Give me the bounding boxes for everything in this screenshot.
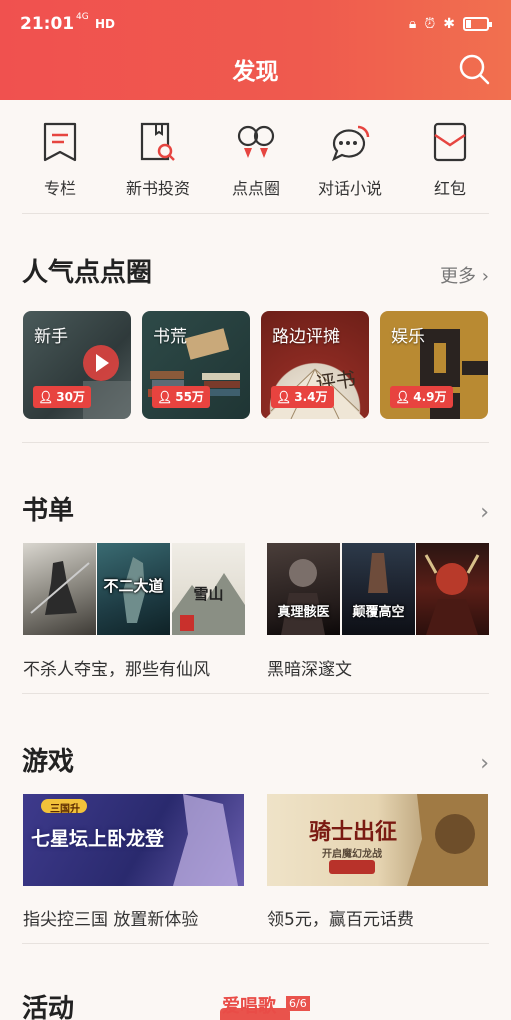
divider [22,693,489,694]
dark-figure-illustration [281,559,325,635]
quick-item-label: 点点圈 [231,179,280,198]
status-bar: 21:01 4G HD 🔒︎ ⏰︎ ✱ [0,0,511,50]
member-count: 55万 [175,390,204,404]
page-title: 发现 [232,59,279,85]
person-icon: 👤︎ [276,390,292,404]
book-cover[interactable]: 真理骸医 [267,543,340,635]
book-cover[interactable] [23,543,96,635]
network-type: 4G [76,12,89,22]
divider [22,442,489,443]
book-search-icon [140,122,175,161]
member-count-badge: 👤︎ 30万 [33,386,91,408]
circle-dots-icon [237,125,275,158]
booklist-caption[interactable]: 不杀人夺宝，那些有仙风 [23,655,210,680]
section-title-popular: 人气点点圈 [22,258,153,288]
book-cover[interactable]: 雪山 [172,543,245,635]
game-banner[interactable]: 三国升 七星坛上卧龙登 [23,794,244,886]
book-title: 真理骸医 [277,605,330,620]
bookmark-icon [43,122,77,162]
divider [22,943,489,944]
search-icon[interactable] [457,52,491,86]
more-label: 更多 [440,266,477,287]
chevron-right-icon: › [481,266,489,287]
hd-indicator: HD [95,17,116,31]
person-icon: 👤︎ [38,390,54,404]
banner-title: 骑士出征 [309,820,398,845]
member-count-badge: 👤︎ 4.9万 [390,386,453,408]
banner-subtitle: 开启魔幻龙战 [322,849,382,860]
status-time: 21:01 [20,14,75,34]
quick-item-chat-novel[interactable]: 对话小说 [305,115,395,199]
banner-title: 七星坛上卧龙登 [31,828,165,850]
circle-card-label: 书荒 [153,327,187,347]
circle-card-entertainment[interactable]: 娱乐 👤︎ 4.9万 [380,311,488,419]
watermark-text: 爱唱歌 [222,996,276,1017]
quick-item-label: 新书投资 [125,179,190,198]
member-count: 30万 [56,390,85,404]
person-icon: 👤︎ [157,390,173,404]
quick-item-label: 红包 [433,179,466,198]
book-title: 雪山 [193,585,224,603]
page-indicator: 6/6 [286,996,310,1011]
bluetooth-icon: ✱ [443,16,455,32]
battery-icon [463,17,492,31]
warrior-illustration [30,561,90,615]
status-icons: 🔒︎ ⏰︎ ✱ [408,15,492,33]
demon-illustration [424,554,480,635]
book-title: 不二大道 [103,577,164,595]
game-caption[interactable]: 领5元，赢百元话费 [267,905,414,930]
lock-icon: 🔒︎ [408,16,417,32]
banner-subtitle: 三国升 [50,804,80,815]
divider [22,213,489,214]
circle-card-newbie[interactable]: 新手 👤︎ 30万 [23,311,131,419]
spire-illustration [368,553,388,593]
circle-card-label: 路边评摊 [272,327,340,347]
section-title-games: 游戏 [22,747,75,777]
quick-item-label: 专栏 [43,179,76,198]
game-banner[interactable]: 骑士出征 开启魔幻龙战 [267,794,488,886]
quick-item-new-book-invest[interactable]: 新书投资 [113,115,203,199]
member-count-badge: 👤︎ 3.4万 [271,386,334,408]
section-title-activity: 活动 [22,994,75,1020]
quick-entry-row: 专栏 新书投资 点点圈 对话小说 红包 [0,115,511,205]
quick-item-column[interactable]: 专栏 [15,115,105,199]
section-title-booklists: 书单 [22,496,75,526]
game-caption[interactable]: 指尖控三国 放置新体验 [23,905,198,930]
booklist-caption[interactable]: 黑暗深邃文 [267,655,352,680]
quick-item-red-envelope[interactable]: 红包 [405,115,495,199]
quick-item-circle[interactable]: 点点圈 [211,115,301,199]
person-icon: 👤︎ [395,390,411,404]
chat-icon [331,125,370,162]
chevron-right-icon[interactable]: › [480,751,489,776]
book-title: 颠覆高空 [352,605,405,620]
member-count: 4.9万 [413,390,447,404]
quick-item-label: 对话小说 [317,179,382,198]
book-cover[interactable] [416,543,489,635]
more-link[interactable]: 更多 › [440,262,489,288]
book-cover[interactable]: 颠覆高空 [342,543,415,635]
circle-card-label: 新手 [34,327,68,347]
app-header: 21:01 4G HD 🔒︎ ⏰︎ ✱ 发现 [0,0,511,100]
member-count: 3.4万 [294,390,328,404]
circle-card-book-shortage[interactable]: 书荒 👤︎ 55万 [142,311,250,419]
member-count-badge: 👤︎ 55万 [152,386,210,408]
red-envelope-icon [433,122,467,162]
circle-card-roadside-review[interactable]: 评书 路边评摊 👤︎ 3.4万 [261,311,369,419]
chevron-right-icon[interactable]: › [480,500,489,525]
circle-card-label: 娱乐 [391,327,425,347]
book-cover[interactable]: 不二大道 [97,543,170,635]
alarm-icon: ⏰︎ [424,16,436,32]
